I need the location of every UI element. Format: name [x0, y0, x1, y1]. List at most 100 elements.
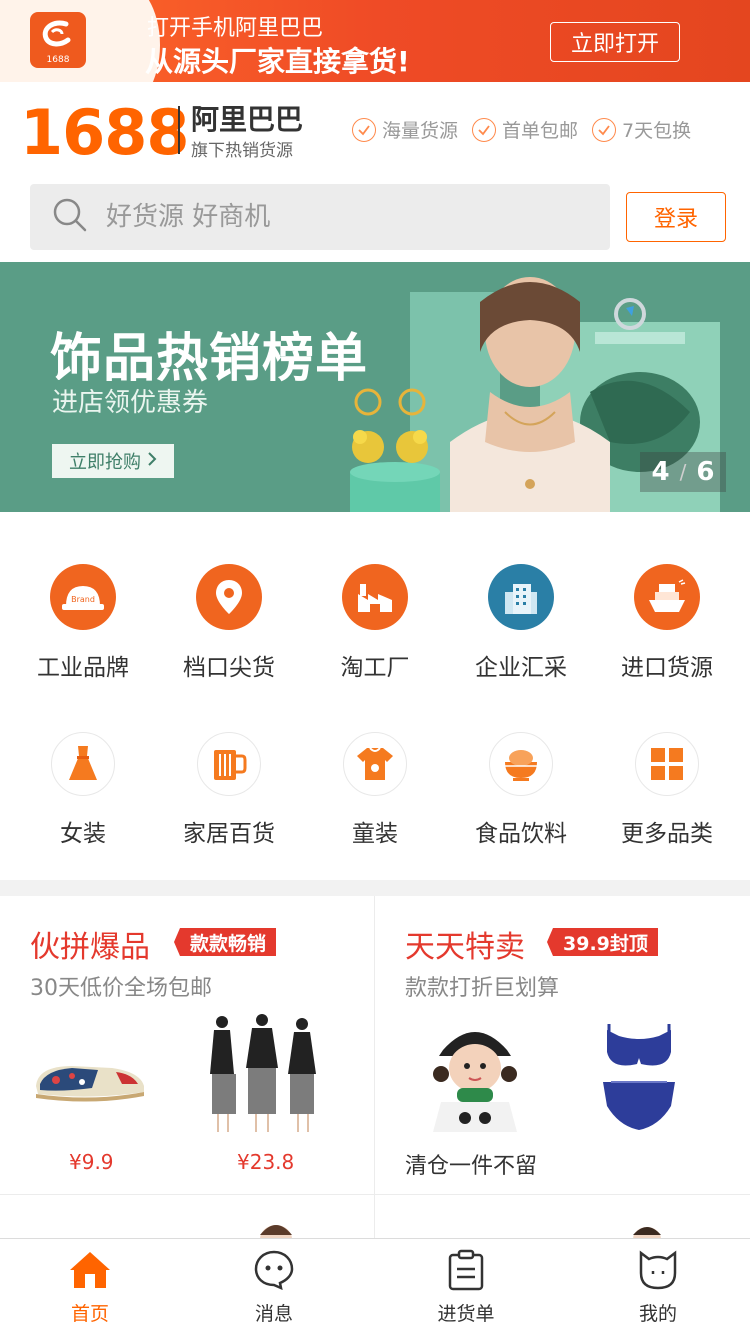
promo-group-buy[interactable]: 伙拼爆品 款款畅销 30天低价全场包邮 ¥9.9 ¥23.8	[0, 896, 375, 1194]
category-kids-clothing[interactable]: 童装	[302, 732, 448, 872]
perk-item: 首单包邮	[472, 116, 578, 143]
search-icon	[52, 197, 88, 237]
hero-subtitle: 进店领优惠券	[52, 388, 209, 418]
category-imported-goods[interactable]: 进口货源	[594, 564, 740, 704]
product-price: ¥23.8	[237, 1150, 295, 1174]
app-logo: 1688	[30, 12, 86, 68]
login-button[interactable]: 登录	[626, 192, 726, 242]
building-icon	[488, 564, 554, 630]
category-home-goods[interactable]: 家居百货	[156, 732, 302, 872]
category-taobao-factory[interactable]: 淘工厂	[302, 564, 448, 704]
lingerie-product-image[interactable]	[599, 1022, 679, 1132]
perk-label: 海量货源	[382, 120, 459, 142]
open-app-button[interactable]: 立即打开	[550, 22, 680, 62]
promo-daily-sale[interactable]: 天天特卖 39.9封顶 款款打折巨划算 清仓一件不留	[375, 896, 750, 1194]
perk-label: 7天包换	[622, 120, 692, 142]
tab-label: 首页	[70, 1303, 109, 1325]
promo-footer-text: 清仓一件不留	[405, 1154, 538, 1179]
kids-product-image[interactable]	[427, 1020, 523, 1132]
check-circle-icon	[472, 117, 497, 142]
promo-subtitle: 款款打折巨划算	[405, 976, 560, 1001]
svg-text:Brand: Brand	[71, 595, 95, 604]
dress-product-image[interactable]	[200, 1014, 328, 1140]
promo-subtitle: 30天低价全场包邮	[30, 976, 212, 1001]
category-label: 家居百货	[183, 821, 275, 847]
promo-badge: 款款畅销	[173, 928, 277, 956]
current-slide: 4	[651, 457, 670, 487]
hard-hat-icon: Brand	[50, 564, 116, 630]
check-circle-icon	[592, 117, 617, 142]
model-product-image	[633, 1227, 661, 1240]
profile-icon	[637, 1249, 679, 1291]
tab-label: 进货单	[437, 1303, 495, 1325]
tab-messages[interactable]: 消息	[224, 1239, 324, 1336]
category-industrial-brand[interactable]: Brand 工业品牌	[10, 564, 156, 704]
category-label: 淘工厂	[340, 655, 410, 681]
pager-separator: /	[679, 460, 687, 484]
search-box[interactable]	[30, 184, 610, 250]
tab-label: 消息	[254, 1303, 293, 1325]
category-label: 档口尖货	[183, 655, 275, 681]
total-slides: 6	[696, 457, 715, 487]
app-logo-icon	[42, 20, 71, 47]
model-product-image	[260, 1225, 292, 1240]
location-pin-icon	[196, 564, 262, 630]
category-label: 工业品牌	[37, 655, 129, 681]
category-more[interactable]: 更多品类	[594, 732, 740, 872]
brand-header: 1688 阿里巴巴 旗下热销货源 海量货源 首单包邮 7天包换	[0, 82, 750, 182]
mug-icon	[197, 732, 261, 796]
product-price: ¥9.9	[69, 1150, 114, 1174]
section-divider	[0, 880, 750, 896]
factory-icon	[342, 564, 408, 630]
site-logo[interactable]: 1688	[20, 96, 190, 169]
bowl-icon	[489, 732, 553, 796]
hero-cta-label: 立即抢购	[69, 452, 141, 473]
perk-item: 海量货源	[352, 116, 458, 143]
home-icon	[68, 1249, 112, 1291]
app-download-banner[interactable]: 1688 打开手机阿里巴巴 从源头厂家直接拿货! 立即打开	[0, 0, 750, 82]
app-logo-text: 1688	[46, 55, 70, 65]
next-section-preview	[375, 1195, 750, 1240]
bottom-tab-bar: 首页 消息 进货单 我的	[0, 1238, 750, 1336]
banner-headline: 打开手机阿里巴巴	[147, 16, 324, 41]
perk-item: 7天包换	[592, 116, 691, 143]
hero-title: 饰品热销榜单	[50, 329, 369, 389]
shoe-product-image[interactable]	[32, 1046, 148, 1106]
hero-carousel[interactable]: 饰品热销榜单 进店领优惠券 立即抢购 4 / 6	[0, 262, 750, 512]
check-circle-icon	[352, 117, 376, 142]
search-bar: 登录	[0, 182, 750, 262]
ship-icon	[634, 564, 700, 630]
promo-badge: 39.9封顶	[547, 928, 658, 956]
category-enterprise-purchasing[interactable]: 企业汇采	[448, 564, 594, 704]
tab-purchase-list[interactable]: 进货单	[416, 1239, 516, 1336]
banner-slogan: 从源头厂家直接拿货!	[145, 45, 410, 78]
brand-divider	[178, 106, 180, 154]
baby-clothes-icon	[343, 732, 407, 796]
brand-subtitle: 旗下热销货源	[191, 141, 293, 161]
search-input[interactable]	[106, 202, 526, 232]
brand-name: 阿里巴巴	[191, 103, 304, 136]
tab-profile[interactable]: 我的	[608, 1239, 708, 1336]
category-label: 进口货源	[621, 655, 713, 681]
category-label: 童装	[352, 821, 398, 847]
category-label: 企业汇采	[475, 655, 567, 681]
tab-home[interactable]: 首页	[40, 1239, 140, 1336]
chevron-right-icon	[147, 451, 157, 472]
tab-label: 我的	[638, 1303, 677, 1325]
promo-title: 伙拼爆品	[30, 930, 150, 965]
dress-icon	[51, 732, 115, 796]
hero-cta-button[interactable]: 立即抢购	[52, 444, 174, 478]
perk-list: 海量货源 首单包邮 7天包换	[352, 116, 691, 143]
next-section-preview	[0, 1195, 375, 1240]
perk-label: 首单包邮	[502, 120, 579, 142]
grid-icon	[635, 732, 699, 796]
promo-title: 天天特卖	[405, 930, 525, 965]
message-icon	[253, 1249, 295, 1291]
category-label: 更多品类	[621, 821, 713, 847]
category-food-drinks[interactable]: 食品饮料	[448, 732, 594, 872]
carousel-pager: 4 / 6	[640, 452, 726, 492]
category-stall-goods[interactable]: 档口尖货	[156, 564, 302, 704]
clipboard-icon	[446, 1249, 486, 1291]
category-label: 女装	[60, 821, 106, 847]
category-womens-clothing[interactable]: 女装	[10, 732, 156, 872]
